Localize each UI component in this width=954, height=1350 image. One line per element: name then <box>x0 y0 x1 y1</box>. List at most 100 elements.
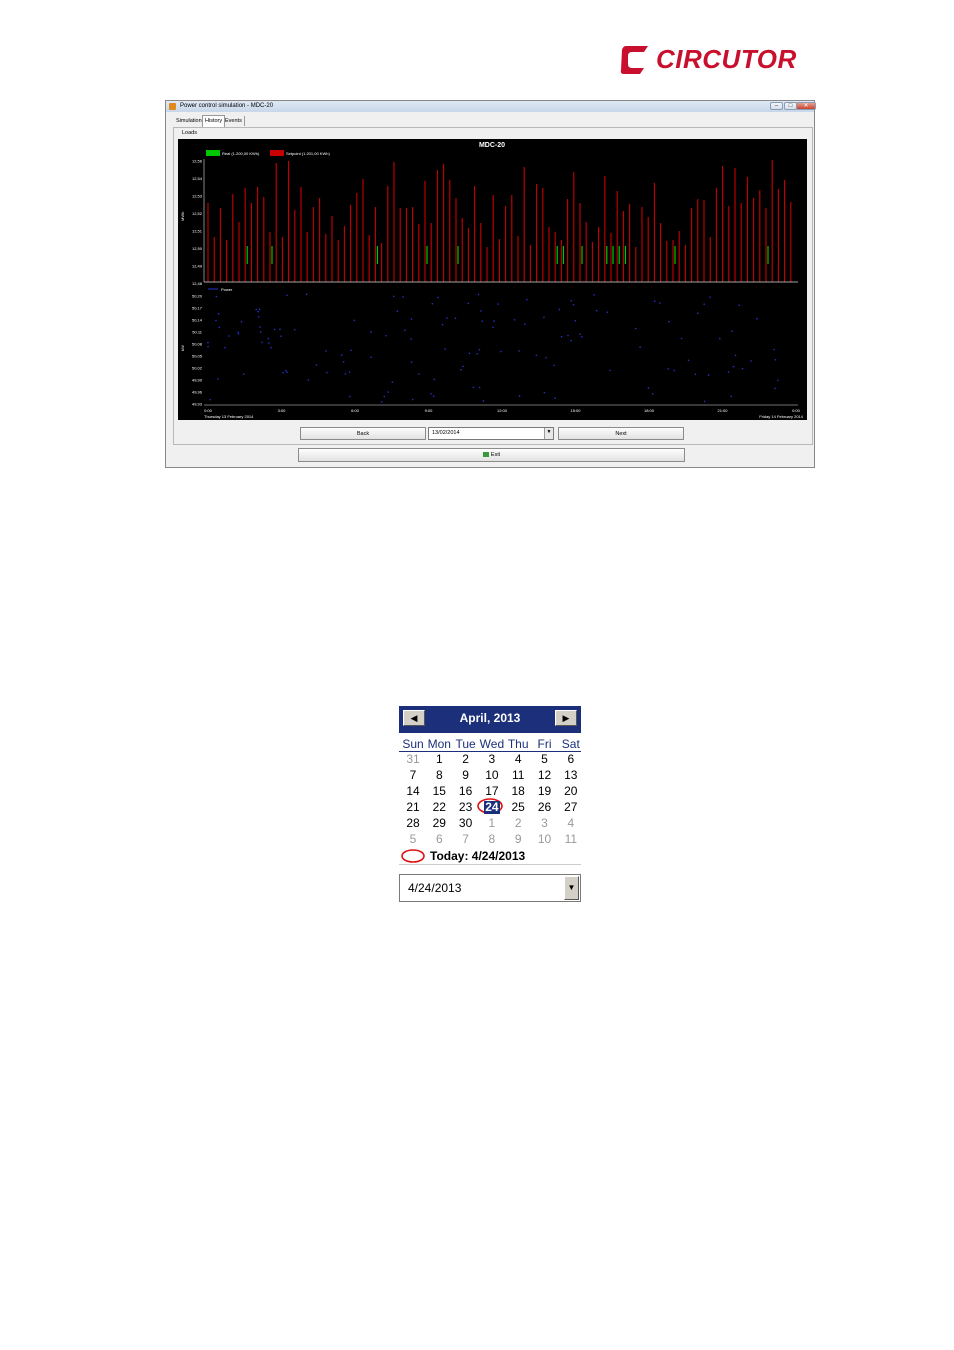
legend-setpoint-label: Setpoint (1.201,00 KWh) <box>286 151 330 156</box>
power-point <box>730 395 733 398</box>
power-point <box>273 328 276 331</box>
power-point <box>325 350 327 352</box>
calendar-day[interactable]: 4 <box>558 816 584 830</box>
calendar-day[interactable]: 13 <box>558 768 584 782</box>
calendar-day[interactable]: 24 <box>479 800 505 814</box>
x-tick-label: 9:00 <box>425 408 434 413</box>
calendar-day[interactable]: 10 <box>532 832 558 846</box>
calendar-day[interactable]: 27 <box>558 800 584 814</box>
calendar-day[interactable]: 7 <box>400 768 426 782</box>
power-point <box>237 331 239 333</box>
power-point <box>326 371 328 374</box>
calendar-day[interactable]: 9 <box>505 832 531 846</box>
brand-name: CIRCUTOR <box>656 44 797 74</box>
power-point <box>462 365 464 368</box>
power-point <box>224 346 226 349</box>
calendar-day[interactable]: 31 <box>400 752 426 766</box>
chart-title: MDC-20 <box>479 142 505 149</box>
power-point <box>756 317 758 320</box>
power-point <box>572 303 575 306</box>
calendar-day[interactable]: 20 <box>558 784 584 798</box>
calendar-day[interactable]: 15 <box>426 784 452 798</box>
calendar-day[interactable]: 2 <box>453 752 479 766</box>
calendar-day[interactable]: 29 <box>426 816 452 830</box>
tab-history[interactable]: History <box>202 115 226 127</box>
chevron-down-icon[interactable]: ▼ <box>544 428 553 439</box>
circutor-logo-icon <box>620 46 648 74</box>
weekday-fri: Fri <box>537 737 552 751</box>
exit-button[interactable]: Exit <box>298 448 685 462</box>
date-combo[interactable]: 4/24/2013 ▼ <box>399 874 581 902</box>
calendar-day[interactable]: 8 <box>426 768 452 782</box>
y-tick-label: 12,56 <box>192 159 203 164</box>
calendar-day[interactable]: 25 <box>505 800 531 814</box>
power-point <box>255 308 258 311</box>
power-point <box>418 373 420 375</box>
calendar-day[interactable]: 11 <box>558 832 584 846</box>
next-button[interactable]: Next <box>558 427 684 440</box>
calendar-day[interactable]: 12 <box>532 768 558 782</box>
y-axis-label-energy: MWh <box>180 212 185 221</box>
calendar-day[interactable]: 17 <box>479 784 505 798</box>
y-tick-label: 50,05 <box>192 354 203 359</box>
weekday-tue: Tue <box>455 737 476 751</box>
chevron-down-icon[interactable]: ▼ <box>564 876 579 900</box>
minimize-button[interactable]: – <box>770 102 783 110</box>
day-label: 5 <box>409 832 417 846</box>
power-point <box>741 367 744 370</box>
calendar-day[interactable]: 9 <box>453 768 479 782</box>
day-label: 31 <box>406 752 420 766</box>
power-point <box>259 326 261 328</box>
calendar-day[interactable]: 3 <box>532 816 558 830</box>
power-point <box>286 294 288 297</box>
calendar-day[interactable]: 22 <box>426 800 452 814</box>
today-row[interactable]: Today: 4/24/2013 <box>399 848 581 865</box>
tab-events[interactable]: Events <box>223 116 245 126</box>
close-button[interactable]: ✕ <box>796 102 816 110</box>
weekday-thu: Thu <box>507 737 529 751</box>
calendar-day[interactable]: 26 <box>532 800 558 814</box>
y-tick-label: 50,17 <box>192 306 203 311</box>
calendar-day[interactable]: 3 <box>479 752 505 766</box>
day-label: 6 <box>567 752 575 766</box>
calendar-day[interactable]: 6 <box>426 832 452 846</box>
calendar-day[interactable]: 1 <box>426 752 452 766</box>
calendar-day[interactable]: 2 <box>505 816 531 830</box>
window-title: Power control simulation - MDC-20 <box>180 103 274 109</box>
x-start-label: Thursday 13 February 2014 <box>204 414 254 419</box>
back-button[interactable]: Back <box>300 427 426 440</box>
calendar-day[interactable]: 5 <box>400 832 426 846</box>
day-label: 14 <box>406 784 420 798</box>
calendar-day[interactable]: 1 <box>479 816 505 830</box>
calendar-day[interactable]: 30 <box>453 816 479 830</box>
calendar-day[interactable]: 10 <box>479 768 505 782</box>
power-point <box>396 310 399 313</box>
calendar-day[interactable]: 5 <box>532 752 558 766</box>
calendar-day[interactable]: 19 <box>532 784 558 798</box>
calendar-day[interactable]: 11 <box>505 768 531 782</box>
x-tick-label: 18:00 <box>644 408 655 413</box>
power-point <box>581 336 583 338</box>
calendar-day[interactable]: 7 <box>453 832 479 846</box>
date-select[interactable]: 13/02/2014 ▼ <box>428 427 554 440</box>
power-point <box>237 333 240 335</box>
calendar-day[interactable]: 4 <box>505 752 531 766</box>
power-point <box>634 327 637 330</box>
power-point <box>773 348 775 351</box>
tab-simulation[interactable]: Simulation <box>174 116 205 126</box>
power-point <box>651 393 654 395</box>
calendar-day[interactable]: 23 <box>453 800 479 814</box>
y-tick-label: 49,99 <box>192 378 203 383</box>
day-label: 1 <box>435 752 443 766</box>
calendar-day[interactable]: 8 <box>479 832 505 846</box>
y-tick-label: 12,54 <box>192 176 203 181</box>
power-point <box>718 337 721 340</box>
calendar-day[interactable]: 18 <box>505 784 531 798</box>
calendar-day[interactable]: 21 <box>400 800 426 814</box>
calendar-day[interactable]: 28 <box>400 816 426 830</box>
calendar-day[interactable]: 16 <box>453 784 479 798</box>
day-label: 21 <box>406 800 420 814</box>
calendar-day[interactable]: 6 <box>558 752 584 766</box>
next-month-button[interactable]: ▶ <box>555 710 577 726</box>
calendar-day[interactable]: 14 <box>400 784 426 798</box>
